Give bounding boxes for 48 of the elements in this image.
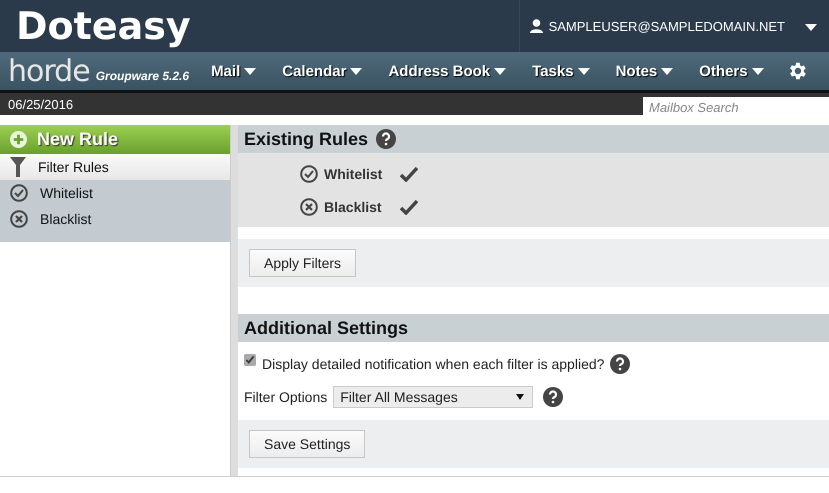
user-icon	[530, 19, 543, 33]
sidebar-item-label: Whitelist	[40, 185, 93, 201]
help-icon[interactable]	[376, 129, 396, 149]
apply-filters-button[interactable]: Apply Filters	[249, 249, 356, 277]
sidebar-item[interactable]: Filter Rules	[0, 154, 230, 180]
caret-icon	[494, 68, 506, 74]
nav-menu[interactable]: Address Book	[388, 62, 506, 80]
nav-menu[interactable]: Mail	[211, 62, 256, 80]
rule-name[interactable]: Whitelist	[324, 166, 394, 182]
caret-icon	[350, 68, 362, 74]
x-circle-icon	[300, 198, 318, 216]
caret-icon	[578, 68, 590, 74]
nav-menu[interactable]: Others	[699, 62, 764, 80]
sidebar-item-label: Filter Rules	[38, 159, 109, 175]
nav-menu[interactable]: Calendar	[282, 62, 362, 80]
plus-circle-icon	[10, 131, 27, 148]
checkbox[interactable]	[244, 354, 256, 366]
help-icon[interactable]	[610, 354, 630, 374]
nav-menu[interactable]: Notes	[616, 62, 674, 80]
check-circle-icon	[300, 164, 318, 182]
user-account[interactable]: SAMPLEUSER@SAMPLEDOMAIN.NET	[548, 18, 785, 34]
brand-title: Doteasy	[16, 4, 191, 48]
checkbox-label: Display detailed notification when each filter is applied?	[262, 356, 604, 372]
caret-icon	[244, 68, 256, 74]
sidebar-item-label: Blacklist	[40, 211, 92, 227]
nav-menu[interactable]: Tasks	[532, 62, 590, 80]
date-label: 06/25/2016	[8, 96, 74, 112]
caret-icon	[805, 24, 817, 30]
rule-name[interactable]: Blacklist	[324, 198, 394, 214]
section-title: Additional Settings	[244, 318, 408, 338]
filter-options-select[interactable]: Filter All Messages	[333, 386, 534, 408]
logo: horde	[8, 54, 90, 88]
caret-icon	[661, 68, 674, 74]
section-title: Existing Rules	[244, 128, 368, 150]
sidebar-item[interactable]: Blacklist	[0, 206, 230, 232]
search-field[interactable]: Mailbox Search	[643, 97, 829, 117]
check-icon[interactable]	[400, 166, 418, 182]
caret-icon	[516, 394, 524, 400]
funnel-icon	[10, 157, 26, 177]
check-icon[interactable]	[400, 198, 418, 214]
check-circle-icon	[10, 184, 28, 202]
sidebar-item[interactable]: Whitelist	[0, 180, 230, 206]
version-label: Groupware 5.2.6	[96, 69, 190, 83]
save-settings-button[interactable]: Save Settings	[249, 430, 366, 458]
caret-icon	[752, 68, 764, 74]
x-circle-icon	[10, 210, 28, 228]
help-icon[interactable]	[543, 387, 564, 407]
field-label: Filter Options	[244, 389, 328, 405]
